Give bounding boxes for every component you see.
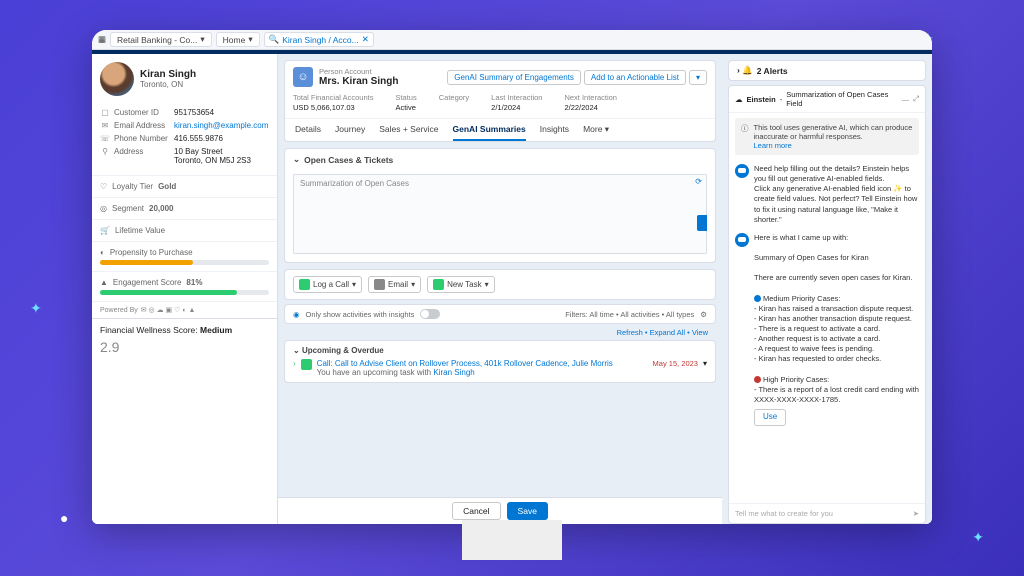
gauge-icon: ◐: [100, 248, 105, 257]
upcoming-section: ⌄ Upcoming & Overdue › Call: Call to Adv…: [284, 340, 716, 383]
app-topbar: ▦ Retail Banking - Co... ▾ Home ▾ 🔍 Kira…: [92, 30, 932, 50]
send-icon[interactable]: ➤: [913, 509, 919, 518]
use-button[interactable]: Use: [754, 409, 786, 426]
email-button[interactable]: Email ▾: [368, 276, 421, 293]
heart-icon: ♡: [100, 182, 107, 191]
refresh-icon[interactable]: ⟳: [695, 177, 702, 186]
einstein-response: Here is what I came up with: Summary of …: [754, 233, 919, 426]
open-cases-card: ⌄Open Cases & Tickets Summarization of O…: [284, 148, 716, 263]
engagement-bar: [100, 290, 269, 295]
share-tab-icon[interactable]: [697, 215, 707, 231]
person-account-icon: ☺: [293, 67, 313, 87]
einstein-icon: ☁: [735, 95, 743, 104]
insights-toggle[interactable]: [420, 309, 440, 319]
cancel-button[interactable]: Cancel: [452, 502, 500, 520]
account-name: Mrs. Kiran Singh: [319, 76, 398, 87]
filter-icon[interactable]: ⚙: [700, 310, 707, 319]
cart-icon: 🛒: [100, 226, 110, 235]
email-icon: ✉: [100, 121, 110, 130]
tab-sales-service[interactable]: Sales + Service: [379, 124, 438, 141]
minimize-icon[interactable]: —: [902, 95, 910, 104]
info-icon: ⓘ: [741, 123, 749, 150]
profile-sidebar: Kiran Singh Toronto, ON ▢Customer ID9517…: [92, 54, 278, 524]
app-name-tab[interactable]: Retail Banking - Co... ▾: [110, 32, 212, 47]
avatar: [100, 62, 134, 96]
view-link[interactable]: View: [692, 328, 708, 337]
bot-icon: [735, 233, 749, 247]
einstein-prompt-input[interactable]: Tell me what to create for you: [735, 509, 833, 518]
powered-by: Powered By ✉ ◎ ☁ ▣ ♡ ◐ ▲: [92, 301, 277, 318]
save-button[interactable]: Save: [507, 502, 548, 520]
task-date: May 15, 2023: [653, 359, 698, 368]
home-tab[interactable]: Home ▾: [216, 32, 260, 47]
profile-name: Kiran Singh: [140, 69, 196, 80]
propensity-bar: [100, 260, 269, 265]
chart-icon: ▲: [100, 278, 108, 287]
tab-details[interactable]: Details: [295, 124, 321, 141]
tab-more[interactable]: More ▾: [583, 124, 609, 141]
task-icon: [301, 359, 312, 370]
record-header: ☺ Person Account Mrs. Kiran Singh GenAI …: [284, 60, 716, 142]
app-window: ▦ Retail Banking - Co... ▾ Home ▾ 🔍 Kira…: [92, 30, 932, 524]
einstein-panel: ☁ Einstein - Summarization of Open Cases…: [728, 85, 926, 524]
phone-icon: ☏: [100, 134, 110, 143]
id-icon: ▢: [100, 108, 110, 117]
new-task-button[interactable]: New Task ▾: [427, 276, 495, 293]
refresh-link[interactable]: Refresh: [617, 328, 643, 337]
chevron-down-icon[interactable]: ▾: [703, 359, 707, 368]
profile-location: Toronto, ON: [140, 80, 196, 89]
insights-dot-icon: ◉: [293, 310, 300, 319]
chevron-down-icon[interactable]: ⌄: [293, 154, 300, 165]
summarization-field[interactable]: Summarization of Open Cases ⟳: [293, 174, 707, 254]
bot-icon: [735, 164, 749, 178]
task-link[interactable]: Call: Call to Advise Client on Rollover …: [317, 359, 613, 368]
pin-icon: ⚲: [100, 147, 110, 156]
add-actionable-button[interactable]: Add to an Actionable List: [584, 70, 686, 85]
expand-link[interactable]: Expand All: [650, 328, 685, 337]
target-icon: ◎: [100, 204, 107, 213]
record-tabs: Details Journey Sales + Service GenAI Su…: [285, 118, 715, 141]
tab-journey[interactable]: Journey: [335, 124, 365, 141]
record-tab[interactable]: 🔍 Kiran Singh / Acco... ✕: [264, 32, 374, 47]
tab-genai-summaries[interactable]: GenAI Summaries: [453, 124, 526, 141]
wellness-panel: Financial Wellness Score: Medium 2.9: [92, 318, 277, 361]
activity-actions: Log a Call ▾ Email ▾ New Task ▾: [284, 269, 716, 300]
alerts-panel[interactable]: › 🔔 2 Alerts: [728, 60, 926, 81]
tab-insights[interactable]: Insights: [540, 124, 569, 141]
more-dropdown[interactable]: ▾: [689, 70, 707, 85]
chevron-right-icon[interactable]: ›: [293, 359, 296, 368]
expand-icon[interactable]: ⤢: [913, 94, 919, 104]
genai-summary-button[interactable]: GenAI Summary of Engagements: [447, 70, 581, 85]
log-call-button[interactable]: Log a Call ▾: [293, 276, 362, 293]
learn-more-link[interactable]: Learn more: [754, 141, 792, 150]
